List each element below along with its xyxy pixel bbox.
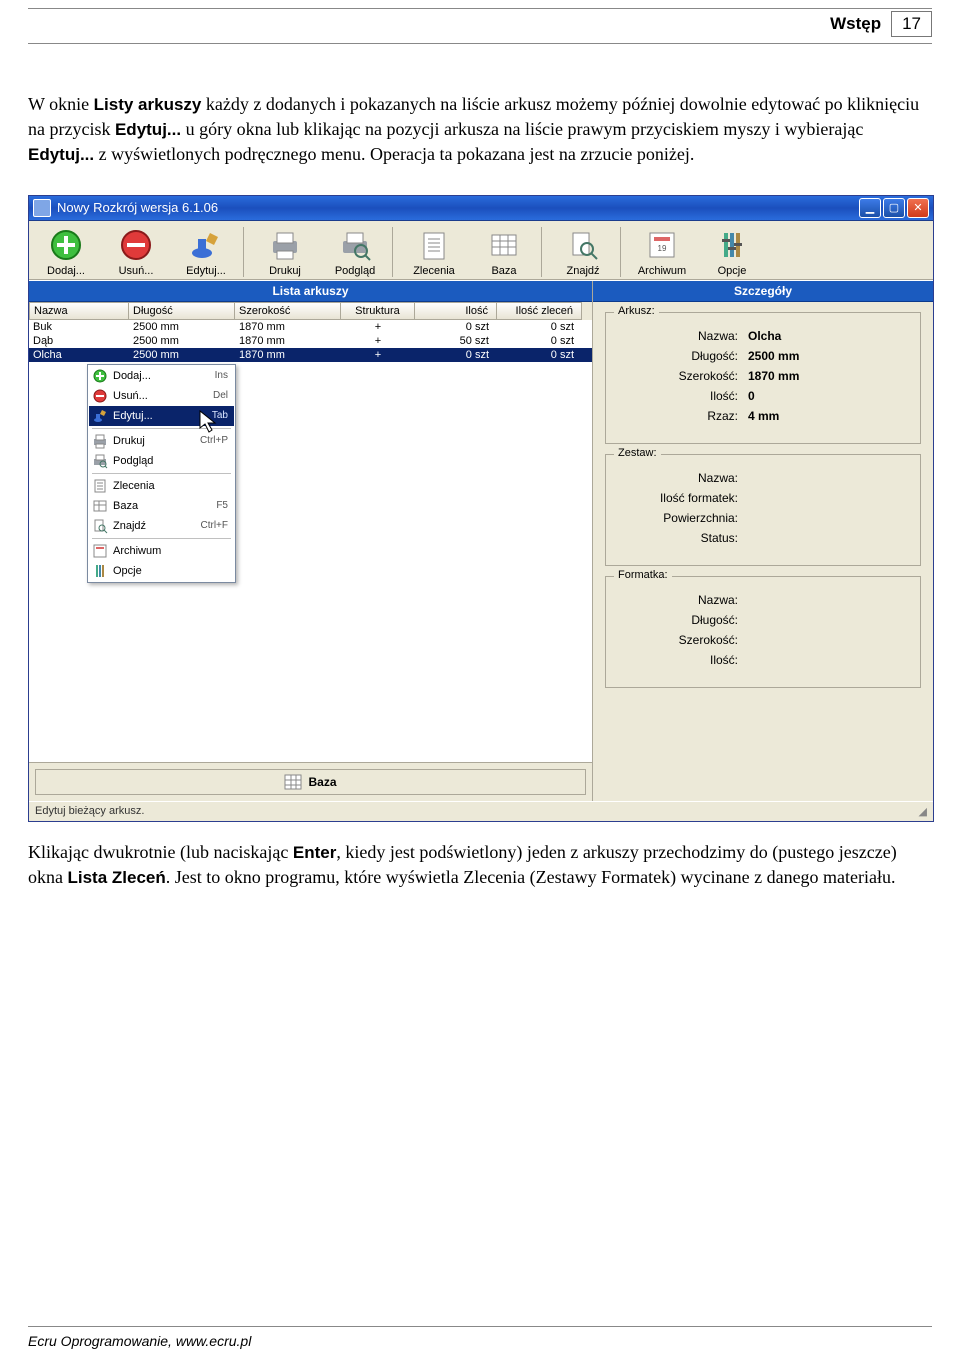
- window-title: Nowy Rozkrój wersja 6.1.06: [57, 200, 859, 215]
- toolbar-find[interactable]: Znajdź: [541, 227, 616, 277]
- menu-item-add[interactable]: Dodaj...Ins: [89, 366, 234, 386]
- detail-row: Nazwa:: [618, 471, 908, 485]
- toolbar-options[interactable]: Opcje: [699, 227, 765, 277]
- app-icon: [33, 199, 51, 217]
- database-small-icon: [284, 774, 302, 790]
- detail-row: Ilość:0: [618, 389, 908, 403]
- detail-row: Powierzchnia:: [618, 511, 908, 525]
- bottom-bar-label: Baza: [35, 769, 586, 795]
- detail-row: Szerokość:: [618, 633, 908, 647]
- menu-separator: [92, 428, 231, 429]
- database-icon: [484, 227, 524, 263]
- sheet-grid[interactable]: Nazwa Długość Szerokość Struktura Ilość …: [29, 302, 592, 762]
- toolbar-edit[interactable]: Edytuj...: [173, 227, 239, 277]
- detail-row: Nazwa:: [618, 593, 908, 607]
- titlebar: Nowy Rozkrój wersja 6.1.06 ▁ ▢ ✕: [29, 196, 933, 221]
- minimize-button[interactable]: ▁: [859, 198, 881, 218]
- table-row[interactable]: Buk2500 mm1870 mm+0 szt0 szt: [29, 320, 592, 334]
- plus-icon: [46, 227, 86, 263]
- status-text: Edytuj bieżący arkusz.: [35, 805, 144, 817]
- bottom-bar: Baza: [29, 762, 592, 801]
- detail-row: Długość:: [618, 613, 908, 627]
- left-panel-title: Lista arkuszy: [29, 281, 592, 302]
- toolbar-add[interactable]: Dodaj...: [33, 227, 99, 277]
- resize-grip-icon[interactable]: ◢: [919, 805, 927, 818]
- paragraph-1: W oknie Listy arkuszy każdy z dodanych i…: [28, 92, 932, 167]
- menu-item-base[interactable]: BazaF5: [89, 496, 234, 516]
- edit-icon: [186, 227, 226, 263]
- remove-icon: [91, 388, 109, 404]
- maximize-button[interactable]: ▢: [883, 198, 905, 218]
- search-icon: [563, 227, 603, 263]
- paragraph-2: Klikając dwukrotnie (lub naciskając Ente…: [28, 840, 932, 890]
- context-menu: Dodaj...InsUsuń...DelEdytuj...Tab DrukujC…: [87, 364, 236, 583]
- add-icon: [91, 368, 109, 384]
- menu-item-find[interactable]: ZnajdźCtrl+F: [89, 516, 234, 536]
- menu-separator: [92, 473, 231, 474]
- menu-separator: [92, 538, 231, 539]
- table-row[interactable]: Olcha2500 mm1870 mm+0 szt0 szt: [29, 348, 592, 362]
- menu-item-archive[interactable]: Archiwum: [89, 541, 234, 561]
- orders-icon: [91, 478, 109, 494]
- menu-item-print[interactable]: DrukujCtrl+P: [89, 431, 234, 451]
- archive-icon: 19: [642, 227, 682, 263]
- toolbar-base[interactable]: Baza: [471, 227, 537, 277]
- group-arkusz: Arkusz:Nazwa:OlchaDługość:2500 mmSzeroko…: [605, 312, 921, 444]
- right-panel-title: Szczegóły: [593, 281, 933, 302]
- print-icon: [265, 227, 305, 263]
- base-icon: [91, 498, 109, 514]
- section-title: Wstęp: [830, 14, 881, 34]
- orders-icon: [414, 227, 454, 263]
- find-icon: [91, 518, 109, 534]
- detail-row: Nazwa:Olcha: [618, 329, 908, 343]
- detail-row: Szerokość:1870 mm: [618, 369, 908, 383]
- detail-row: Ilość:: [618, 653, 908, 667]
- toolbar: Dodaj... Usuń... Edytuj... Drukuj Podglą…: [29, 221, 933, 280]
- options-icon: [91, 563, 109, 579]
- options-icon: [712, 227, 752, 263]
- toolbar-print[interactable]: Drukuj: [243, 227, 318, 277]
- detail-row: Status:: [618, 531, 908, 545]
- toolbar-remove[interactable]: Usuń...: [103, 227, 169, 277]
- page-number: 17: [891, 11, 932, 37]
- group-zestaw: Zestaw:Nazwa:Ilość formatek:Powierzchnia…: [605, 454, 921, 566]
- page-header: Wstęp 17: [28, 11, 932, 37]
- menu-item-orders[interactable]: Zlecenia: [89, 476, 234, 496]
- menu-item-remove[interactable]: Usuń...Del: [89, 386, 234, 406]
- preview-icon: [335, 227, 375, 263]
- menu-item-preview[interactable]: Podgląd: [89, 451, 234, 471]
- archive-icon: [91, 543, 109, 559]
- group-formatka: Formatka:Nazwa:Długość:Szerokość:Ilość:: [605, 576, 921, 688]
- page-footer: Ecru Oprogramowanie, www.ecru.pl: [28, 1326, 932, 1349]
- detail-row: Rzaz:4 mm: [618, 409, 908, 423]
- menu-item-edit[interactable]: Edytuj...Tab: [89, 406, 234, 426]
- close-button[interactable]: ✕: [907, 198, 929, 218]
- svg-text:19: 19: [658, 244, 667, 253]
- detail-row: Długość:2500 mm: [618, 349, 908, 363]
- statusbar: Edytuj bieżący arkusz. ◢: [29, 801, 933, 821]
- toolbar-orders[interactable]: Zlecenia: [392, 227, 467, 277]
- preview-icon: [91, 453, 109, 469]
- edit-icon: [91, 408, 109, 424]
- detail-row: Ilość formatek:: [618, 491, 908, 505]
- minus-icon: [116, 227, 156, 263]
- grid-header: Nazwa Długość Szerokość Struktura Ilość …: [29, 302, 592, 320]
- print-icon: [91, 433, 109, 449]
- menu-item-options[interactable]: Opcje: [89, 561, 234, 581]
- toolbar-archive[interactable]: 19 Archiwum: [620, 227, 695, 277]
- toolbar-preview[interactable]: Podgląd: [322, 227, 388, 277]
- table-row[interactable]: Dąb2500 mm1870 mm+50 szt0 szt: [29, 334, 592, 348]
- app-window: Nowy Rozkrój wersja 6.1.06 ▁ ▢ ✕ Dodaj..…: [28, 195, 934, 822]
